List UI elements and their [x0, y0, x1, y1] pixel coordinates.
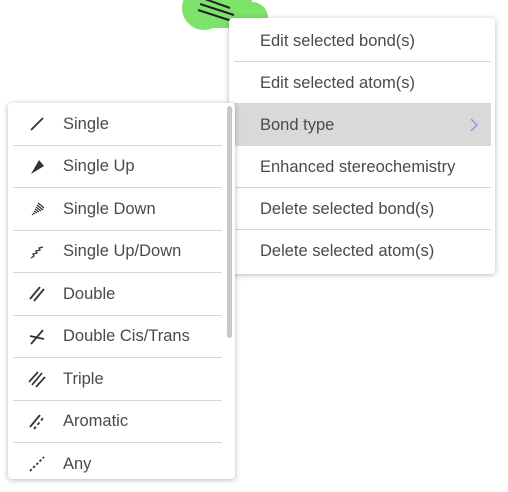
bond-option-label: Single Down	[63, 199, 156, 218]
bond-option-single-up[interactable]: Single Up	[13, 146, 222, 189]
any-bond-icon	[29, 456, 45, 472]
bond-option-single[interactable]: Single	[13, 103, 222, 146]
menu-item-label: Delete selected bond(s)	[260, 199, 435, 218]
aromatic-bond-icon	[29, 414, 45, 430]
bond-option-double[interactable]: Double	[13, 273, 222, 316]
chevron-right-icon	[470, 118, 479, 132]
menu-item-enhanced-stereo[interactable]: Enhanced stereochemistry	[234, 146, 491, 188]
bond-option-any[interactable]: Any	[13, 443, 222, 479]
double-bond-icon	[29, 286, 45, 302]
bond-option-label: Single Up/Down	[63, 242, 182, 261]
bond-option-label: Triple	[63, 369, 104, 388]
single-up-bond-icon	[31, 159, 44, 174]
menu-item-label: Bond type	[260, 115, 335, 134]
context-menu: Edit selected bond(s) Edit selected atom…	[229, 18, 495, 274]
submenu-scrollbar[interactable]	[227, 103, 234, 479]
bond-option-aromatic[interactable]: Aromatic	[13, 401, 222, 444]
menu-item-label: Edit selected bond(s)	[260, 31, 416, 50]
bond-option-label: Any	[63, 454, 92, 473]
menu-item-edit-atom[interactable]: Edit selected atom(s)	[234, 62, 491, 104]
editor-canvas[interactable]: Edit selected bond(s) Edit selected atom…	[0, 0, 508, 492]
bond-option-double-cis-trans[interactable]: Double Cis/Trans	[13, 316, 222, 359]
menu-item-delete-bond[interactable]: Delete selected bond(s)	[234, 188, 491, 230]
bond-option-label: Double Cis/Trans	[63, 327, 190, 346]
bond-option-label: Single Up	[63, 157, 135, 176]
menu-item-bond-type[interactable]: Bond type	[234, 104, 491, 146]
menu-item-label: Enhanced stereochemistry	[260, 157, 456, 176]
menu-item-delete-atom[interactable]: Delete selected atom(s)	[234, 230, 491, 272]
menu-item-edit-bond[interactable]: Edit selected bond(s)	[234, 20, 491, 62]
bond-option-single-down[interactable]: Single Down	[13, 188, 222, 231]
bond-option-label: Aromatic	[63, 412, 129, 431]
scrollbar-thumb[interactable]	[227, 106, 232, 338]
single-up-down-bond-icon	[30, 246, 44, 259]
single-bond-icon	[30, 117, 44, 131]
bond-option-label: Single	[63, 114, 109, 133]
bond-option-label: Double	[63, 284, 116, 303]
bond-option-single-up-down[interactable]: Single Up/Down	[13, 231, 222, 274]
triple-bond-icon	[28, 371, 46, 388]
bond-option-triple[interactable]: Triple	[13, 358, 222, 401]
menu-item-label: Edit selected atom(s)	[260, 73, 415, 92]
single-down-bond-icon	[31, 202, 45, 216]
menu-item-label: Delete selected atom(s)	[260, 241, 435, 260]
double-cis-trans-bond-icon	[29, 329, 45, 345]
bond-type-submenu: Single Single Up Single Down Single Up/D…	[8, 103, 235, 479]
